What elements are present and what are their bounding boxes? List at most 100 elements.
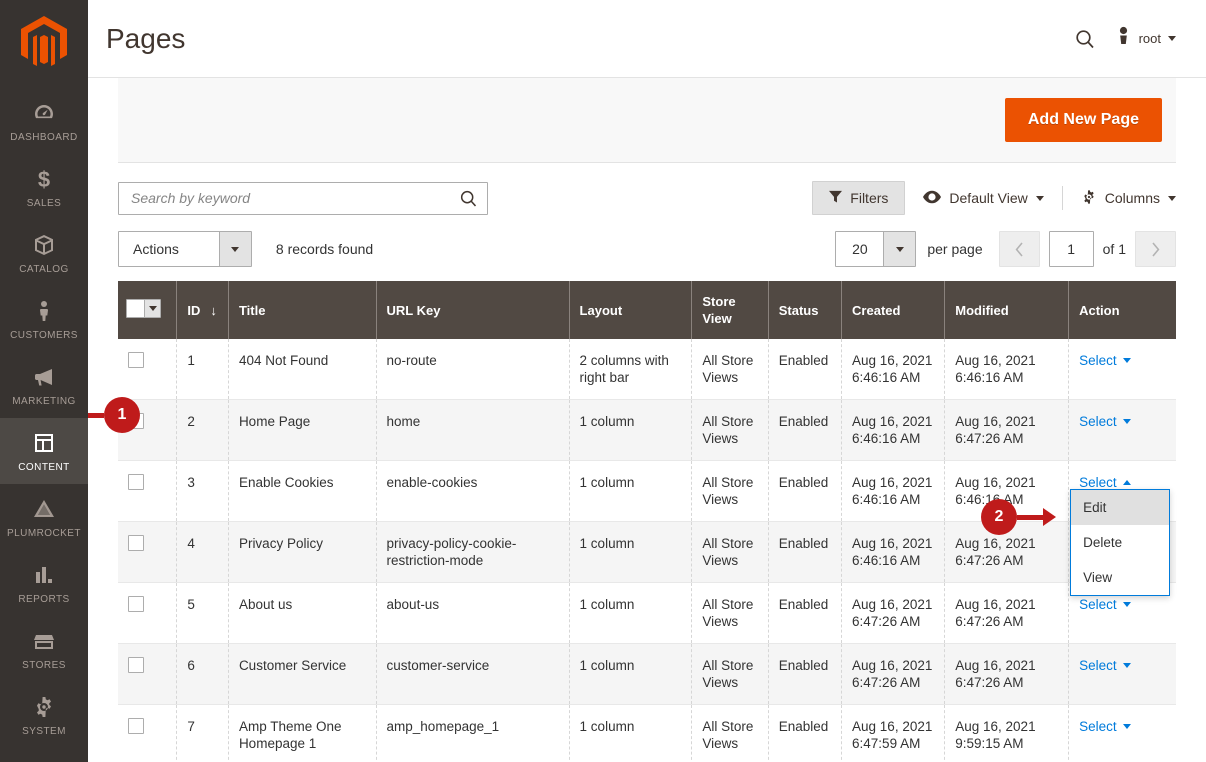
pages-grid: ID ↓ Title URL Key Layout Store View Stat…: [118, 281, 1176, 762]
table-row: 5 About us about-us 1 column All Store Views…: [118, 582, 1176, 644]
previous-page-button[interactable]: [998, 231, 1040, 267]
action-menu-item-edit[interactable]: Edit: [1071, 490, 1170, 525]
row-action-select[interactable]: Select: [1079, 475, 1131, 490]
column-header-store-view[interactable]: Store View: [691, 281, 769, 339]
search-icon[interactable]: [458, 188, 479, 214]
cell-modified: Aug 16, 2021 6:46:16 AM: [944, 460, 1070, 522]
row-action-select[interactable]: Select: [1079, 353, 1131, 368]
per-page-label: per page: [927, 241, 983, 257]
row-action-select[interactable]: Select: [1079, 658, 1131, 673]
column-header-action: Action: [1068, 281, 1176, 339]
cell-url-key: enable-cookies: [376, 460, 570, 522]
table-row: 6 Customer Service customer-service 1 colum…: [118, 643, 1176, 705]
cell-title: Customer Service: [228, 643, 377, 705]
row-checkbox[interactable]: [128, 535, 144, 551]
row-action-select[interactable]: Select: [1079, 414, 1131, 429]
chevron-down-icon: [883, 232, 916, 266]
page-number-input[interactable]: [1048, 231, 1094, 267]
action-menu-item-view[interactable]: View: [1071, 560, 1169, 595]
sidebar-item-sales[interactable]: $ SALES: [0, 154, 88, 220]
column-label: ID: [187, 302, 201, 318]
filters-button[interactable]: Filters: [812, 181, 906, 215]
chevron-down-icon: [1122, 663, 1131, 668]
add-new-page-button[interactable]: Add New Page: [1004, 98, 1162, 142]
column-header-id[interactable]: ID ↓: [176, 281, 229, 339]
sort-descending-icon: ↓: [210, 302, 217, 318]
row-checkbox[interactable]: [128, 352, 144, 368]
storefront-icon: [31, 628, 57, 654]
row-checkbox[interactable]: [128, 718, 144, 734]
cell-store-view: All Store Views: [691, 704, 769, 762]
action-menu-item-delete[interactable]: Delete: [1071, 525, 1169, 560]
select-all-checkbox[interactable]: [126, 299, 161, 318]
sidebar-item-find-partners-extensions[interactable]: FIND PARTNERS & EXTENSIONS: [0, 754, 88, 762]
gear-icon: [31, 694, 57, 720]
cell-store-view: All Store Views: [691, 339, 769, 400]
sidebar-item-dashboard[interactable]: DASHBOARD: [0, 88, 88, 154]
search-input[interactable]: [118, 181, 488, 215]
column-header-layout[interactable]: Layout: [569, 281, 693, 339]
funnel-icon: [829, 190, 843, 206]
sidebar-item-label: REPORTS: [18, 594, 70, 605]
chevron-down-icon: [1122, 724, 1131, 729]
cell-created: Aug 16, 2021 6:46:16 AM: [841, 339, 946, 400]
row-checkbox[interactable]: [128, 474, 144, 490]
page-actions-bar: Add New Page: [118, 78, 1176, 163]
chevron-down-icon: [1122, 419, 1131, 424]
per-page-dropdown[interactable]: 20: [835, 231, 917, 267]
cell-modified: Aug 16, 2021 6:47:26 AM: [944, 399, 1070, 461]
magento-logo[interactable]: [20, 0, 68, 82]
column-header-modified[interactable]: Modified: [944, 281, 1070, 339]
search-icon[interactable]: [1073, 27, 1097, 51]
sidebar-item-plumrocket[interactable]: PLUMROCKET: [0, 484, 88, 550]
sidebar-item-content[interactable]: CONTENT: [0, 418, 88, 484]
grid-toolbar: Filters Default View Columns: [118, 163, 1176, 215]
cell-status: Enabled: [768, 460, 843, 522]
cell-url-key: privacy-policy-cookie-restriction-mode: [376, 521, 570, 583]
cell-title: Enable Cookies: [228, 460, 377, 522]
sidebar-item-label: PLUMROCKET: [7, 528, 81, 539]
actions-dropdown[interactable]: Actions: [118, 231, 252, 267]
cell-layout: 1 column: [569, 399, 693, 461]
sidebar-item-reports[interactable]: REPORTS: [0, 550, 88, 616]
chevron-down-icon: [1122, 602, 1131, 607]
cell-status: Enabled: [768, 521, 843, 583]
default-view-selector[interactable]: Default View: [905, 190, 1061, 207]
sidebar-item-customers[interactable]: CUSTOMERS: [0, 286, 88, 352]
sidebar-item-system[interactable]: SYSTEM: [0, 682, 88, 748]
sidebar-item-label: CONTENT: [18, 462, 70, 473]
chevron-down-icon: [1035, 195, 1044, 201]
sidebar-item-stores[interactable]: STORES: [0, 616, 88, 682]
sidebar-item-marketing[interactable]: MARKETING: [0, 352, 88, 418]
cell-modified: Aug 16, 2021 6:46:16 AM: [944, 339, 1070, 400]
next-page-button[interactable]: [1135, 231, 1176, 267]
user-menu[interactable]: root: [1115, 26, 1176, 51]
cell-id: 3: [176, 460, 229, 522]
person-icon: [31, 298, 57, 324]
row-checkbox[interactable]: [128, 413, 144, 429]
chevron-down-icon: [1122, 358, 1131, 363]
cell-url-key: amp_homepage_1: [376, 704, 570, 762]
cell-action: Select: [1068, 339, 1176, 400]
row-action-menu: Edit Delete View: [1070, 489, 1171, 596]
chevron-down-icon: [1168, 36, 1176, 41]
columns-selector[interactable]: Columns: [1063, 189, 1176, 208]
column-header-url-key[interactable]: URL Key: [376, 281, 570, 339]
records-found-label: 8 records found: [275, 241, 374, 257]
column-header-created[interactable]: Created: [841, 281, 946, 339]
gear-icon: [1081, 189, 1097, 208]
sidebar-item-catalog[interactable]: CATALOG: [0, 220, 88, 286]
row-action-select[interactable]: Select: [1079, 597, 1131, 612]
row-checkbox[interactable]: [128, 596, 144, 612]
cell-status: Enabled: [768, 582, 843, 644]
sidebar-item-label: MARKETING: [12, 396, 76, 407]
row-checkbox-cell: [118, 643, 178, 705]
sidebar-item-label: STORES: [22, 660, 66, 671]
table-body: 1 404 Not Found no-route 2 columns with rig…: [118, 339, 1176, 762]
cell-created: Aug 16, 2021 6:47:59 AM: [841, 704, 946, 762]
checkbox-box: [127, 300, 144, 317]
column-header-title[interactable]: Title: [228, 281, 377, 339]
column-header-status[interactable]: Status: [768, 281, 843, 339]
row-action-select[interactable]: Select: [1079, 719, 1131, 734]
row-checkbox[interactable]: [128, 657, 144, 673]
